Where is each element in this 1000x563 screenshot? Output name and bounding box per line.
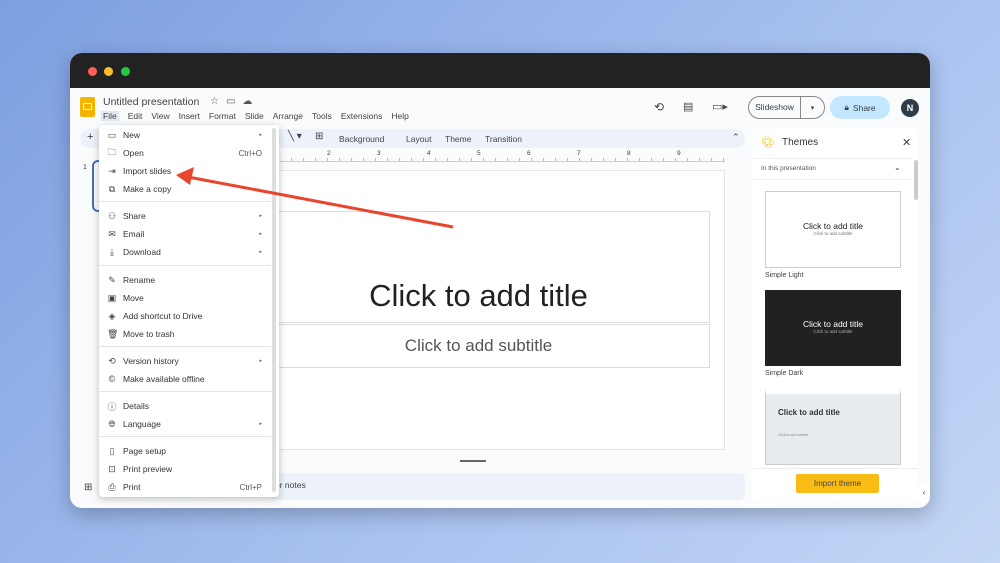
annotation-arrow <box>176 167 454 229</box>
arrow-head <box>176 167 194 185</box>
arrow-shaft <box>187 175 454 229</box>
app-window: Untitled presentation ☆▭☁ File Edit View… <box>70 53 930 508</box>
